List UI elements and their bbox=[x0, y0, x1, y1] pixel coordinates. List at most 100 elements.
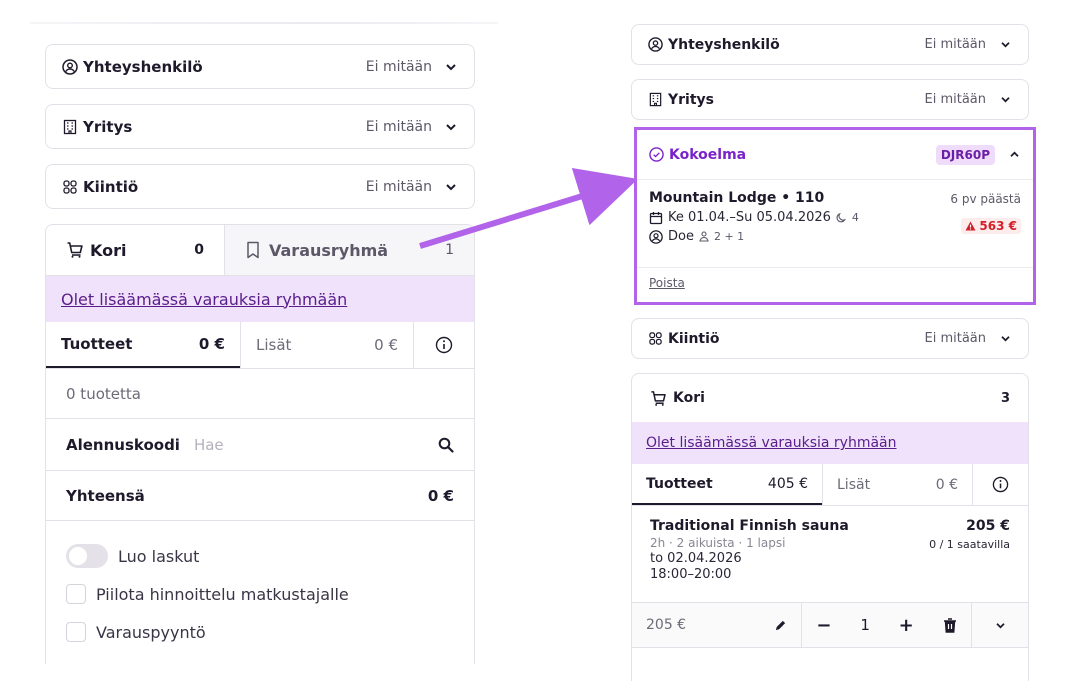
company-title: Yritys bbox=[648, 92, 924, 108]
chevron-down-icon[interactable] bbox=[444, 60, 458, 74]
quota-section[interactable]: Kiintiö Ei mitään bbox=[45, 164, 475, 209]
tab-cart-count: 0 bbox=[194, 242, 204, 258]
company-section[interactable]: Yritys Ei mitään bbox=[45, 104, 475, 149]
info-button[interactable] bbox=[972, 464, 1028, 505]
balance-alert: 563 € bbox=[961, 218, 1021, 234]
cart-panel: Kori 0 Varausryhmä 1 Olet lisäämässä var… bbox=[45, 224, 475, 664]
collection-title: Kokoelma bbox=[649, 147, 936, 163]
cart-tabs: Kori 0 Varausryhmä 1 bbox=[46, 225, 474, 276]
group-banner-link[interactable]: Olet lisäämässä varauksia ryhmään bbox=[632, 422, 1028, 464]
company-label: Yritys bbox=[668, 91, 714, 108]
item-name: Traditional Finnish sauna bbox=[650, 518, 849, 534]
create-invoices-option: Luo laskut bbox=[66, 537, 454, 575]
tab-extras-label: Lisät bbox=[256, 336, 292, 354]
quota-label: Kiintiö bbox=[668, 330, 720, 347]
quota-section[interactable]: Kiintiö Ei mitään bbox=[631, 318, 1029, 359]
person-icon bbox=[699, 231, 709, 242]
collection-card: Kokoelma DJR60P Mountain Lodge • 110 Ke … bbox=[634, 127, 1036, 305]
chevron-down-icon[interactable] bbox=[444, 180, 458, 194]
chevron-down-icon[interactable] bbox=[998, 332, 1012, 346]
contact-section[interactable]: Yhteyshenkilö Ei mitään bbox=[45, 44, 475, 89]
hide-pricing-label: Piilota hinnoittelu matkustajalle bbox=[96, 584, 349, 604]
collection-booking[interactable]: Mountain Lodge • 110 Ke 01.04.–Su 05.04.… bbox=[637, 180, 1033, 268]
tab-extras[interactable]: Lisät 0 € bbox=[240, 322, 413, 368]
remove-link[interactable]: Poista bbox=[637, 268, 1033, 298]
item-price: 205 € bbox=[966, 518, 1010, 534]
right-panel: Yhteyshenkilö Ei mitään Yritys Ei mitään bbox=[620, 0, 1045, 681]
create-invoices-label: Luo laskut bbox=[118, 546, 200, 566]
grid-icon bbox=[648, 331, 663, 346]
quota-label: Kiintiö bbox=[83, 177, 139, 196]
trash-icon[interactable] bbox=[943, 617, 957, 633]
tab-booking-group[interactable]: Varausryhmä 1 bbox=[224, 225, 474, 275]
empty-products-text: 0 tuotetta bbox=[46, 369, 474, 419]
expand-button[interactable] bbox=[972, 603, 1028, 647]
chevron-down-icon[interactable] bbox=[998, 38, 1012, 52]
company-label: Yritys bbox=[83, 117, 133, 136]
info-button[interactable] bbox=[413, 322, 474, 368]
tab-products[interactable]: Tuotteet 405 € bbox=[632, 464, 822, 505]
tab-booking-group-count: 1 bbox=[445, 242, 454, 258]
cart-count: 3 bbox=[1000, 390, 1010, 406]
tab-products-label: Tuotteet bbox=[646, 475, 713, 492]
user-circle-icon bbox=[62, 58, 78, 75]
booking-request-label: Varauspyyntö bbox=[96, 622, 206, 642]
tab-cart-label: Kori bbox=[90, 240, 127, 260]
contact-value: Ei mitään bbox=[365, 58, 432, 75]
company-section[interactable]: Yritys Ei mitään bbox=[631, 79, 1029, 120]
decrease-button[interactable]: − bbox=[816, 615, 831, 636]
item-line-price: 205 € bbox=[632, 603, 802, 647]
tab-products-amount: 405 € bbox=[767, 475, 808, 492]
collection-code-badge: DJR60P bbox=[935, 144, 995, 165]
building-icon bbox=[62, 119, 78, 135]
building-icon bbox=[648, 92, 663, 107]
booking-request-option: Varauspyyntö bbox=[66, 613, 454, 651]
chevron-down-icon[interactable] bbox=[998, 93, 1012, 107]
increase-button[interactable]: + bbox=[899, 615, 914, 636]
cart-label: Kori bbox=[673, 390, 705, 406]
cart-icon bbox=[66, 241, 84, 259]
company-value: Ei mitään bbox=[924, 92, 986, 107]
collection-header[interactable]: Kokoelma DJR60P bbox=[637, 130, 1033, 180]
chevron-up-icon[interactable] bbox=[1007, 148, 1021, 162]
collection-label: Kokoelma bbox=[669, 146, 747, 163]
hide-pricing-checkbox[interactable] bbox=[66, 584, 86, 604]
create-invoices-toggle[interactable] bbox=[66, 544, 108, 568]
contact-section[interactable]: Yhteyshenkilö Ei mitään bbox=[631, 24, 1029, 65]
contact-value: Ei mitään bbox=[924, 37, 986, 52]
cart-item[interactable]: Traditional Finnish sauna 2h · 2 aikuist… bbox=[632, 506, 1028, 602]
quantity-value: 1 bbox=[860, 616, 870, 634]
group-banner-link[interactable]: Olet lisäämässä varauksia ryhmään bbox=[46, 276, 474, 322]
cart-icon bbox=[650, 390, 667, 407]
options-list: Luo laskut Piilota hinnoittelu matkustaj… bbox=[46, 521, 474, 664]
tab-cart[interactable]: Kori 0 bbox=[46, 225, 224, 275]
balance-alert-amount: 563 € bbox=[979, 219, 1017, 233]
grid-icon bbox=[62, 179, 78, 195]
discount-label: Alennuskoodi bbox=[66, 435, 180, 454]
item-date: to 02.04.2026 bbox=[650, 551, 742, 566]
cart-header[interactable]: Kori 3 bbox=[632, 374, 1028, 422]
user-circle-icon bbox=[649, 229, 663, 244]
edit-icon[interactable] bbox=[774, 619, 787, 632]
tab-extras[interactable]: Lisät 0 € bbox=[822, 464, 972, 505]
discount-input[interactable]: Hae bbox=[194, 436, 438, 454]
tab-products[interactable]: Tuotteet 0 € bbox=[46, 322, 240, 368]
check-circle-icon bbox=[649, 147, 664, 162]
quota-value: Ei mitään bbox=[924, 331, 986, 346]
divider bbox=[30, 22, 498, 24]
contact-title: Yhteyshenkilö bbox=[648, 37, 924, 53]
cart-panel: Kori 3 Olet lisäämässä varauksia ryhmään… bbox=[631, 373, 1029, 681]
booking-people: 2 + 1 bbox=[713, 230, 745, 243]
booking-request-checkbox[interactable] bbox=[66, 622, 86, 642]
tab-extras-amount: 0 € bbox=[935, 476, 958, 493]
search-icon[interactable] bbox=[438, 437, 454, 453]
left-panel: Yhteyshenkilö Ei mitään Yritys Ei mitään… bbox=[30, 0, 498, 681]
contact-title: Yhteyshenkilö bbox=[62, 58, 366, 76]
hide-pricing-option: Piilota hinnoittelu matkustajalle bbox=[66, 575, 454, 613]
total-label: Yhteensä bbox=[66, 486, 145, 505]
warning-icon bbox=[965, 221, 976, 231]
booking-nights: 4 bbox=[851, 211, 859, 224]
company-title: Yritys bbox=[62, 118, 366, 136]
booking-guest: Doe bbox=[668, 229, 694, 244]
chevron-down-icon[interactable] bbox=[444, 120, 458, 134]
